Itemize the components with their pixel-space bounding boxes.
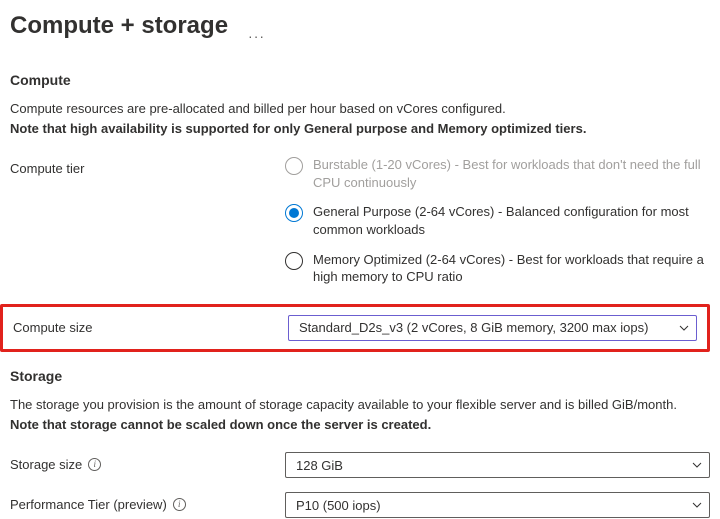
storage-section-heading: Storage — [10, 368, 710, 384]
page-title: Compute + storage — [10, 12, 228, 40]
info-icon[interactable]: i — [88, 458, 101, 471]
compute-section-heading: Compute — [10, 72, 710, 88]
compute-size-dropdown[interactable]: Standard_D2s_v3 (2 vCores, 8 GiB memory,… — [288, 315, 697, 341]
compute-tier-label: Compute tier — [10, 156, 285, 176]
compute-size-highlight: Compute size Standard_D2s_v3 (2 vCores, … — [0, 304, 710, 352]
chevron-down-icon — [691, 459, 703, 471]
radio-icon — [285, 204, 303, 222]
dropdown-value: Standard_D2s_v3 (2 vCores, 8 GiB memory,… — [299, 320, 648, 335]
compute-note: Note that high availability is supported… — [10, 120, 710, 138]
radio-icon — [285, 157, 303, 175]
storage-note: Note that storage cannot be scaled down … — [10, 416, 710, 434]
radio-label: Memory Optimized (2-64 vCores) - Best fo… — [313, 251, 710, 286]
performance-tier-field: Performance Tier (preview) i P10 (500 io… — [10, 492, 710, 518]
dropdown-value: 128 GiB — [296, 458, 343, 473]
performance-tier-label: Performance Tier (preview) — [10, 497, 167, 512]
compute-tier-radio-burstable: Burstable (1-20 vCores) - Best for workl… — [285, 156, 710, 191]
performance-tier-dropdown[interactable]: P10 (500 iops) — [285, 492, 710, 518]
chevron-down-icon — [691, 499, 703, 511]
chevron-down-icon — [678, 322, 690, 334]
compute-tier-radio-general[interactable]: General Purpose (2-64 vCores) - Balanced… — [285, 203, 710, 238]
radio-label: Burstable (1-20 vCores) - Best for workl… — [313, 156, 710, 191]
compute-tier-field: Compute tier Burstable (1-20 vCores) - B… — [10, 156, 710, 289]
storage-size-field: Storage size i 128 GiB — [10, 452, 710, 478]
info-icon[interactable]: i — [173, 498, 186, 511]
compute-description: Compute resources are pre-allocated and … — [10, 100, 710, 118]
storage-size-label: Storage size — [10, 457, 82, 472]
compute-size-label: Compute size — [3, 315, 288, 335]
radio-label: General Purpose (2-64 vCores) - Balanced… — [313, 203, 710, 238]
storage-description: The storage you provision is the amount … — [10, 396, 710, 414]
storage-size-dropdown[interactable]: 128 GiB — [285, 452, 710, 478]
dropdown-value: P10 (500 iops) — [296, 498, 381, 513]
compute-tier-radio-memory[interactable]: Memory Optimized (2-64 vCores) - Best fo… — [285, 251, 710, 286]
radio-icon — [285, 252, 303, 270]
more-actions-button[interactable]: ··· — [248, 28, 265, 48]
